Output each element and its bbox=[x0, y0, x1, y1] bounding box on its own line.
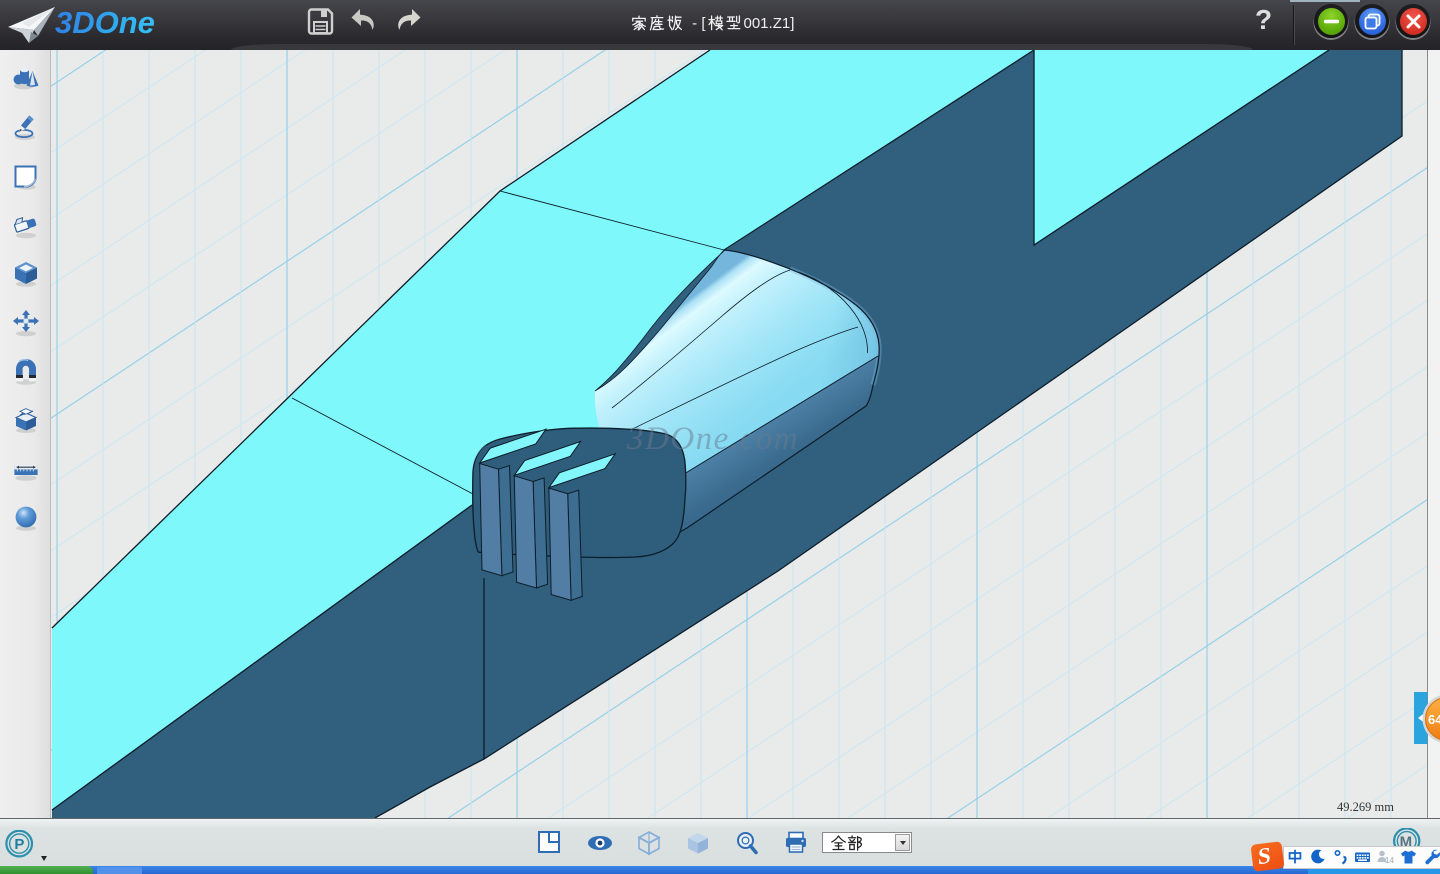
svg-text:3DOne.com: 3DOne.com bbox=[626, 421, 799, 457]
svg-text:14: 14 bbox=[1385, 856, 1394, 865]
svg-text:P: P bbox=[14, 836, 24, 853]
svg-text:49.269 mm: 49.269 mm bbox=[1337, 800, 1394, 814]
svg-text:64: 64 bbox=[1428, 712, 1440, 727]
